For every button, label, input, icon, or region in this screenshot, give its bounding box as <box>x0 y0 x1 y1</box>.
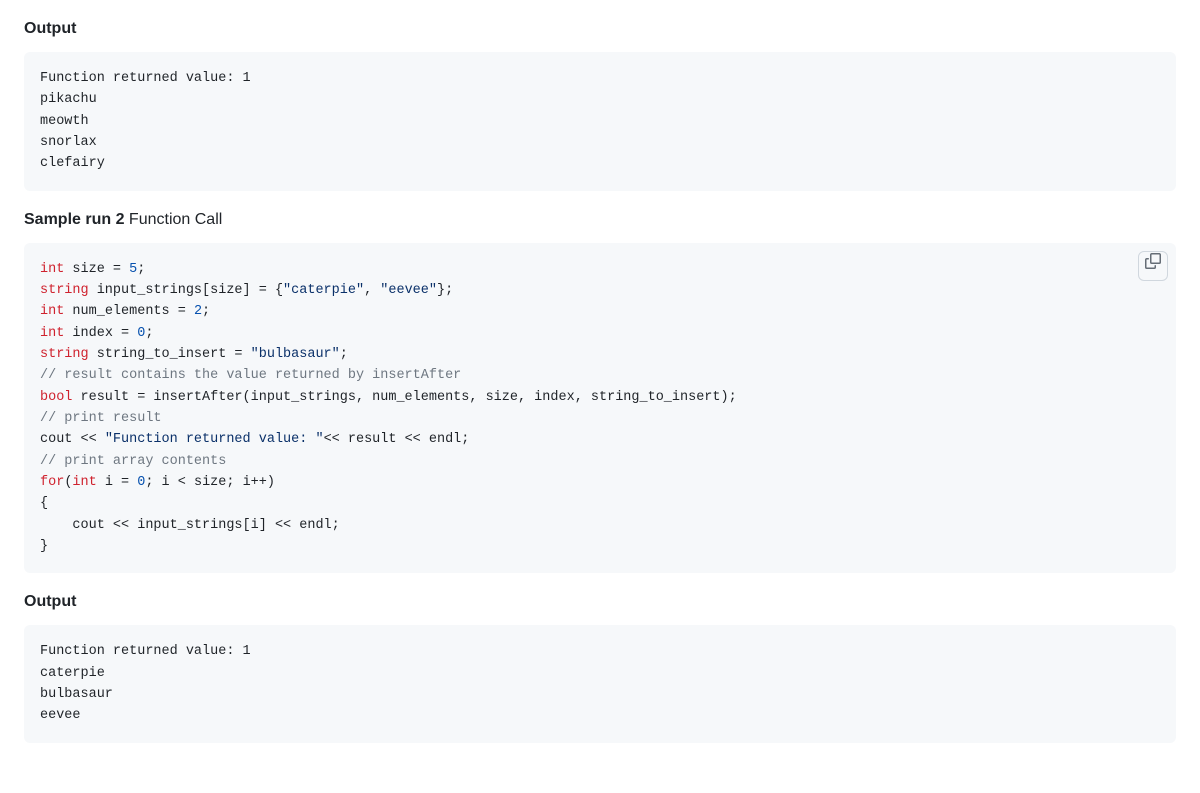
document-body: Output Function returned value: 1 pikach… <box>0 20 1200 751</box>
output-content-1: Function returned value: 1 pikachu meowt… <box>40 68 1160 175</box>
output-heading-2-text: Output <box>24 593 76 610</box>
sample-run-2-heading: Sample run 2 Function Call <box>24 211 1176 229</box>
output-heading-2: Output <box>24 593 1176 611</box>
output-heading-1-text: Output <box>24 20 76 37</box>
output-content-2: Function returned value: 1 caterpie bulb… <box>40 641 1160 726</box>
copy-button[interactable] <box>1138 251 1168 281</box>
output-block-2: Function returned value: 1 caterpie bulb… <box>24 625 1176 742</box>
output-block-1: Function returned value: 1 pikachu meowt… <box>24 52 1176 191</box>
copy-icon <box>1145 253 1161 277</box>
sample-run-2-heading-bold: Sample run 2 <box>24 211 129 228</box>
sample-run-2-heading-regular: Function Call <box>129 211 222 228</box>
code-block-sample-2: int size = 5; string input_strings[size]… <box>24 243 1176 574</box>
output-heading-1: Output <box>24 20 1176 38</box>
code-content-sample-2: int size = 5; string input_strings[size]… <box>40 259 1160 558</box>
